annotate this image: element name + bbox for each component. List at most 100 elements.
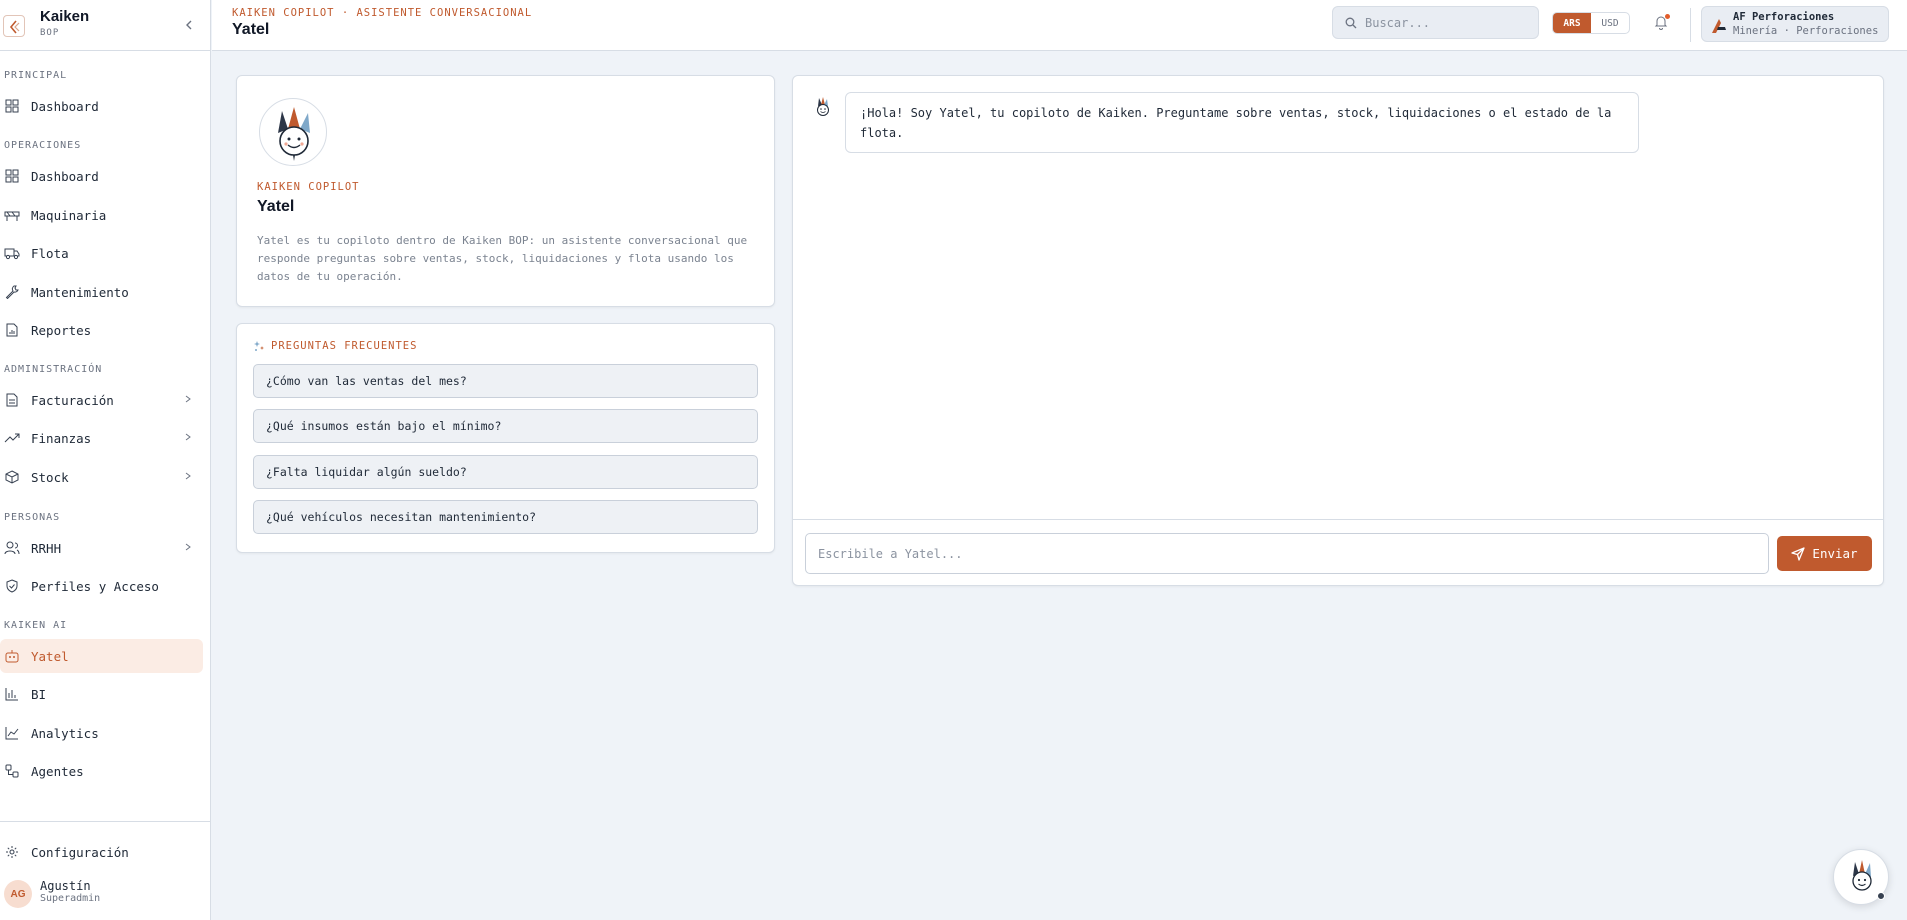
- sidebar-item-finanzas[interactable]: Finanzas: [0, 421, 203, 455]
- trending-up-icon: [4, 430, 20, 446]
- header-divider: [1690, 8, 1691, 42]
- page-title: Yatel: [232, 21, 270, 38]
- sidebar-item-label: Dashboard: [31, 98, 99, 114]
- yatel-avatar: [259, 98, 327, 166]
- sidebar-item-dashboard-principal[interactable]: Dashboard: [0, 89, 203, 123]
- sparkles-icon: [254, 341, 264, 351]
- users-icon: [4, 540, 20, 556]
- sidebar: Kaiken BOP PRINCIPAL Dashboard OPERACION…: [0, 0, 211, 920]
- send-icon: [1791, 546, 1806, 561]
- line-chart-icon: [4, 725, 20, 741]
- notification-dot: [1665, 14, 1670, 19]
- faq-question-button[interactable]: ¿Qué vehículos necesitan mantenimiento?: [253, 500, 758, 534]
- brand-name: Kaiken: [40, 8, 90, 25]
- sidebar-item-label: Finanzas: [31, 430, 92, 446]
- sidebar-item-dashboard-operaciones[interactable]: Dashboard: [0, 159, 203, 193]
- chevron-left-icon: [186, 20, 192, 30]
- grid-icon: [4, 168, 20, 184]
- chat-messages: ¡Hola! Soy Yatel, tu copiloto de Kaiken.…: [793, 76, 1883, 520]
- sidebar-item-mantenimiento[interactable]: Mantenimiento: [0, 275, 203, 309]
- bar-chart-icon: [4, 686, 20, 702]
- bot-icon: [4, 648, 20, 664]
- sidebar-item-label: BI: [31, 686, 47, 702]
- sidebar-item-label: Yatel: [31, 648, 69, 664]
- chat-panel: ¡Hola! Soy Yatel, tu copiloto de Kaiken.…: [792, 75, 1884, 586]
- chat-input[interactable]: [805, 533, 1769, 574]
- sidebar-item-label: Mantenimiento: [31, 284, 129, 300]
- sidebar-item-label: Perfiles y Acceso: [31, 578, 159, 594]
- sidebar-item-label: Agentes: [31, 763, 84, 779]
- section-label-kaiken-ai: KAIKEN AI: [4, 620, 68, 631]
- user-role: Superadmin: [40, 893, 101, 904]
- profile-description: Yatel es tu copiloto dentro de Kaiken BO…: [257, 234, 748, 283]
- faq-card: PREGUNTAS FRECUENTES ¿Cómo van las venta…: [236, 323, 775, 553]
- sidebar-item-label: Maquinaria: [31, 207, 107, 223]
- sidebar-item-reportes[interactable]: Reportes: [0, 313, 203, 347]
- brand-subtitle: BOP: [40, 28, 60, 38]
- search-icon: [1345, 17, 1357, 28]
- collapse-sidebar-button[interactable]: [182, 18, 196, 32]
- yatel-bot-icon: [278, 107, 310, 161]
- faq-title: PREGUNTAS FRECUENTES: [253, 340, 417, 352]
- sidebar-item-maquinaria[interactable]: Maquinaria: [0, 198, 203, 232]
- faq-question-button[interactable]: ¿Qué insumos están bajo el mínimo?: [253, 409, 758, 443]
- section-label-administracion: ADMINISTRACIÓN: [4, 364, 103, 375]
- user-name: Agustín: [40, 879, 91, 893]
- file-text-icon: [4, 392, 20, 408]
- send-button[interactable]: Enviar: [1777, 536, 1872, 571]
- sidebar-item-facturacion[interactable]: Facturación: [0, 383, 203, 417]
- sidebar-item-bi[interactable]: BI: [0, 677, 203, 711]
- grid-icon: [4, 98, 20, 114]
- faq-question-button[interactable]: ¿Falta liquidar algún sueldo?: [253, 455, 758, 489]
- sidebar-item-flota[interactable]: Flota: [0, 236, 203, 270]
- sidebar-item-configuracion[interactable]: Configuración: [0, 835, 203, 869]
- brand-header: Kaiken BOP: [0, 0, 211, 51]
- bot-message-bubble: ¡Hola! Soy Yatel, tu copiloto de Kaiken.…: [845, 92, 1639, 153]
- breadcrumb: KAIKEN COPILOT · ASISTENTE CONVERSACIONA…: [232, 7, 533, 19]
- gear-icon: [4, 844, 20, 860]
- sidebar-item-agentes[interactable]: Agentes: [0, 754, 203, 788]
- sidebar-item-label: Stock: [31, 469, 69, 485]
- chevron-right-icon: [185, 395, 191, 403]
- top-header: KAIKEN COPILOT · ASISTENTE CONVERSACIONA…: [212, 0, 1907, 51]
- currency-usd-button[interactable]: USD: [1591, 13, 1629, 33]
- company-name: AF Perforaciones: [1733, 11, 1835, 23]
- workflow-icon: [4, 763, 20, 779]
- search-box[interactable]: [1332, 6, 1539, 39]
- company-switcher[interactable]: AF Perforaciones Minería · Perforaciones: [1701, 6, 1889, 42]
- status-dot: [1877, 892, 1885, 900]
- kaiken-logo-icon: [3, 15, 25, 37]
- sidebar-item-label: Configuración: [31, 844, 129, 860]
- notifications-button[interactable]: [1653, 14, 1671, 32]
- section-label-operaciones: OPERACIONES: [4, 140, 82, 151]
- sidebar-item-stock[interactable]: Stock: [0, 460, 203, 494]
- sidebar-item-label: Dashboard: [31, 168, 99, 184]
- yatel-bot-icon: [817, 97, 829, 116]
- faq-question-button[interactable]: ¿Cómo van las ventas del mes?: [253, 364, 758, 398]
- sidebar-item-rrhh[interactable]: RRHH: [0, 531, 203, 565]
- sidebar-item-yatel[interactable]: Yatel: [0, 639, 203, 673]
- faq-title-label: PREGUNTAS FRECUENTES: [271, 340, 418, 352]
- sidebar-item-label: Reportes: [31, 322, 92, 338]
- company-subtitle: Minería · Perforaciones: [1733, 25, 1879, 37]
- bot-message-avatar: [813, 96, 833, 118]
- profile-name: Yatel: [257, 198, 295, 215]
- chevron-right-icon: [185, 472, 191, 480]
- search-input[interactable]: [1365, 15, 1525, 30]
- floating-assistant-button[interactable]: [1833, 849, 1889, 905]
- assistant-profile-card: KAIKEN COPILOT Yatel Yatel es tu copilot…: [236, 75, 775, 307]
- section-label-principal: PRINCIPAL: [4, 70, 68, 81]
- sidebar-item-label: Flota: [31, 245, 69, 261]
- currency-toggle: ARS USD: [1552, 12, 1630, 34]
- send-button-label: Enviar: [1812, 546, 1858, 561]
- package-icon: [4, 469, 20, 485]
- avatar[interactable]: AG: [4, 880, 32, 908]
- sidebar-item-label: Facturación: [31, 392, 114, 408]
- wrench-icon: [4, 284, 20, 300]
- construction-icon: [4, 207, 20, 223]
- sidebar-item-analytics[interactable]: Analytics: [0, 716, 203, 750]
- truck-icon: [4, 245, 20, 261]
- sidebar-item-perfiles-acceso[interactable]: Perfiles y Acceso: [0, 569, 203, 603]
- section-label-personas: PERSONAS: [4, 512, 61, 523]
- currency-ars-button[interactable]: ARS: [1553, 13, 1591, 33]
